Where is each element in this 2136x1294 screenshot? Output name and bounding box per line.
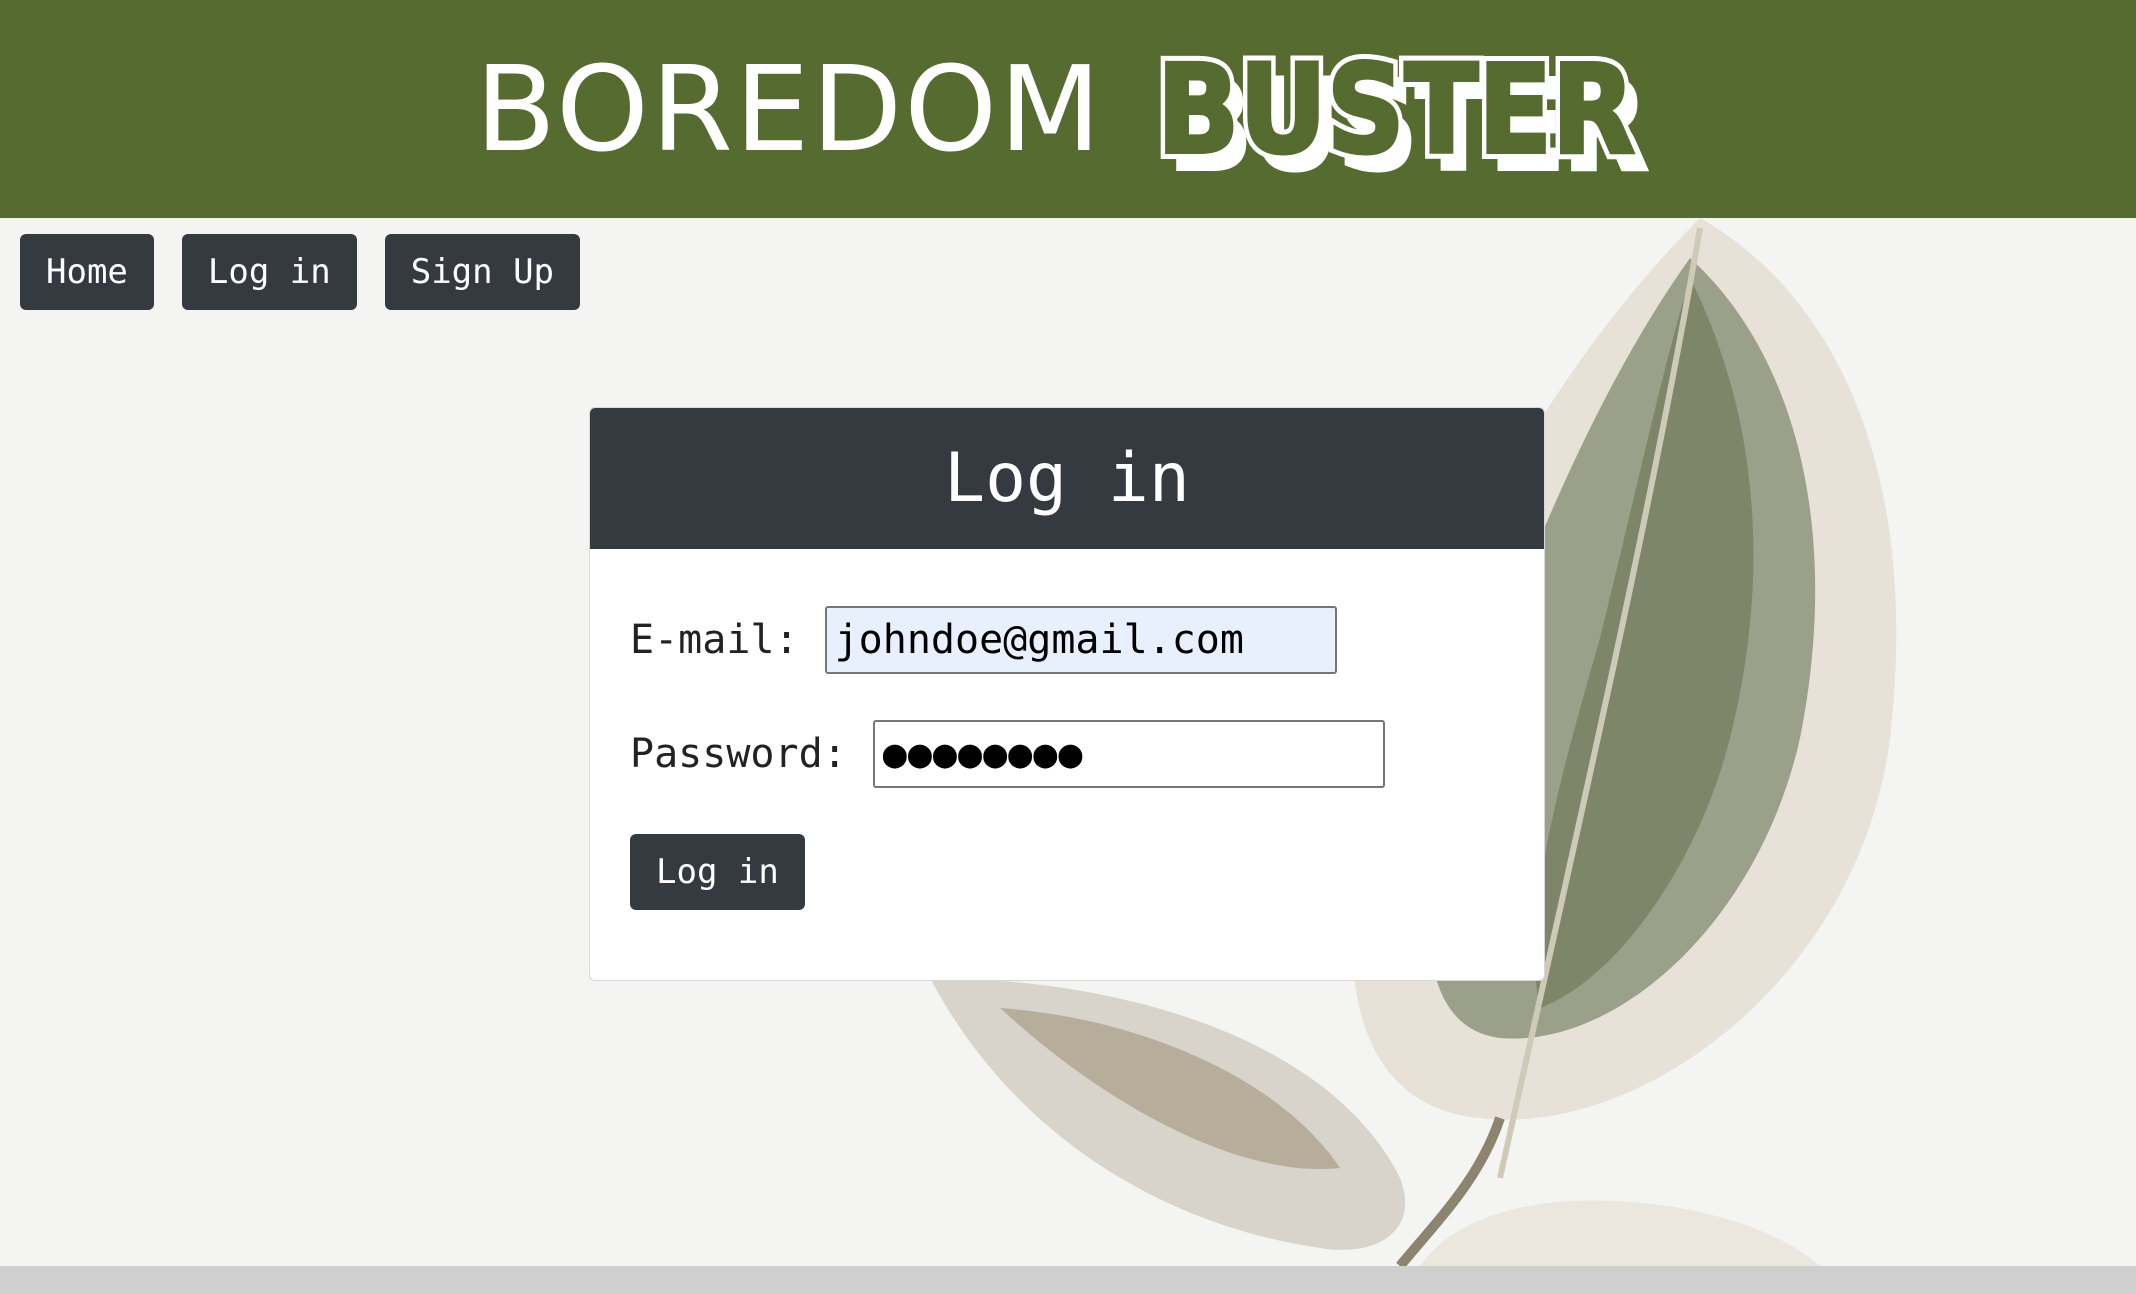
login-card: Log in E-mail: johndoe@gmail.com Passwor… [589,407,1545,981]
svg-text:BUSTER: BUSTER [1157,44,1635,174]
email-field[interactable]: johndoe@gmail.com [824,606,1337,674]
site-header: BOREDOM BUSTER BUSTER BUSTER [0,0,2136,218]
password-field[interactable]: ●●●●●●●● [872,720,1385,788]
email-row: E-mail: johndoe@gmail.com [630,606,1337,674]
nav-signup-button[interactable]: Sign Up [384,234,581,310]
password-row: Password: ●●●●●●●● [630,720,1385,788]
brand-title: BOREDOM [475,40,1103,178]
buster-logo: BUSTER BUSTER BUSTER [1151,44,1650,174]
login-submit-button[interactable]: Log in [630,834,805,910]
nav-login-button[interactable]: Log in [181,234,357,310]
login-card-title: Log in [590,408,1544,549]
nav-home-button[interactable]: Home [20,234,154,310]
bottom-scroll-bar [0,1266,2136,1294]
password-label: Password: [630,731,847,777]
main-nav: Home Log in Sign Up [20,234,581,310]
email-label: E-mail: [630,617,799,663]
